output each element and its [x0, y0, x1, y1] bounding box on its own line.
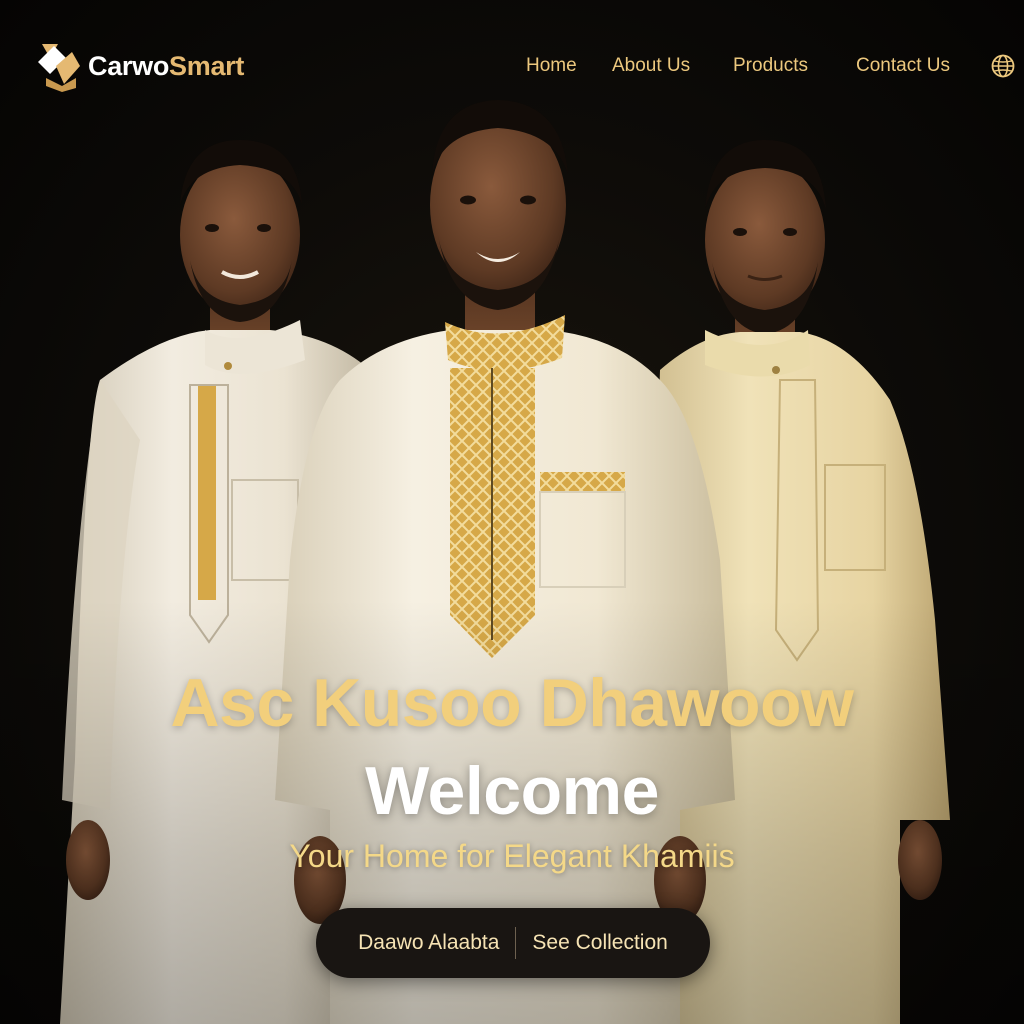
hero-subtitle: Your Home for Elegant Khamiis [289, 838, 735, 874]
nav-products[interactable]: Products [733, 52, 808, 80]
globe-icon[interactable] [990, 53, 1016, 79]
main-nav: Home About Us Products Contact Us [0, 52, 1024, 80]
landing-page: CarwoSmart Home About Us Products Contac… [0, 0, 1024, 1024]
view-products-button[interactable]: Daawo Alaabta [342, 908, 515, 978]
hero-title-english: Welcome [365, 753, 659, 829]
nav-about-us[interactable]: About Us [612, 52, 690, 80]
see-collection-button[interactable]: See Collection [516, 908, 683, 978]
site-header: CarwoSmart Home About Us Products Contac… [0, 0, 1024, 130]
cta-button-group: Daawo Alaabta See Collection [316, 908, 710, 978]
nav-home[interactable]: Home [526, 52, 577, 80]
nav-contact-us[interactable]: Contact Us [856, 52, 950, 80]
hero-title-somali: Asc Kusoo Dhawoow [170, 665, 854, 741]
